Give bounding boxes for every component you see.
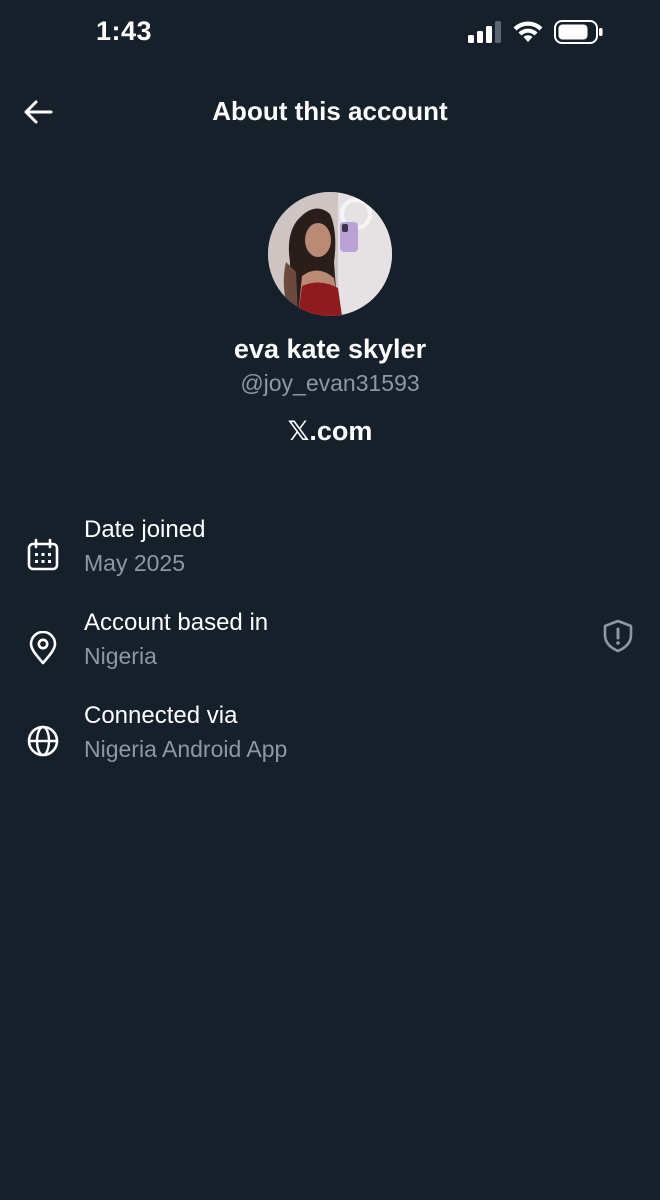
calendar-icon xyxy=(27,538,59,571)
location-pin-icon xyxy=(29,631,57,665)
wifi-icon xyxy=(513,21,543,42)
shield-alert-icon[interactable] xyxy=(602,619,634,653)
domain-label: 𝕏.com xyxy=(287,416,373,446)
user-handle: @joy_evan31593 xyxy=(240,370,420,396)
battery-icon xyxy=(554,20,603,44)
status-bar: 1:43 xyxy=(0,0,660,64)
date-joined-value: May 2025 xyxy=(84,550,186,576)
account-based-in-row: Account based in Nigeria xyxy=(0,609,660,679)
cellular-signal-icon xyxy=(468,21,501,43)
date-joined-row: Date joined May 2025 xyxy=(0,516,660,586)
connected-via-value: Nigeria Android App xyxy=(84,736,288,762)
globe-icon xyxy=(27,725,59,757)
avatar xyxy=(268,192,392,316)
avatar-image xyxy=(268,192,392,316)
account-based-in-value: Nigeria xyxy=(84,643,157,669)
display-name: eva kate skyler xyxy=(233,334,427,364)
account-based-in-label: Account based in xyxy=(84,609,269,636)
header: About this account xyxy=(0,80,660,144)
page-title: About this account xyxy=(212,96,448,126)
connected-via-label: Connected via xyxy=(84,702,238,729)
status-time: 1:43 xyxy=(96,16,153,46)
date-joined-label: Date joined xyxy=(84,516,206,543)
connected-via-row: Connected via Nigeria Android App xyxy=(0,702,660,772)
